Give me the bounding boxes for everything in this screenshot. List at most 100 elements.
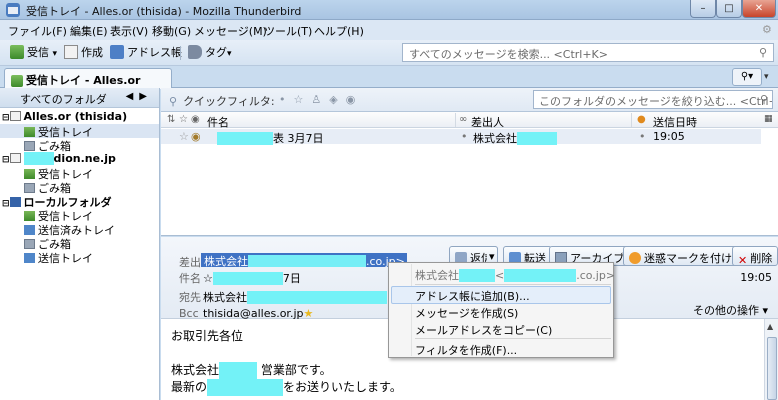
junk-status-icon: • xyxy=(639,130,646,143)
folder-inbox-alles[interactable]: 受信トレイ xyxy=(0,124,159,139)
toolbar-separator xyxy=(180,46,181,60)
prev-folder-view-icon[interactable]: ◀ xyxy=(126,91,140,102)
tag-icon xyxy=(188,45,202,59)
menu-edit[interactable]: 編集(E) xyxy=(70,23,108,39)
menu-add-to-address-book[interactable]: アドレス帳に追加(B)... xyxy=(391,286,611,304)
folder-account-dion[interactable]: ⊟ xdion.ne.jp xyxy=(0,152,159,166)
to-value[interactable]: 株式会社x xyxy=(203,289,387,305)
menu-file[interactable]: ファイル(F) xyxy=(8,23,67,39)
menu-separator xyxy=(415,284,611,285)
trash-icon xyxy=(24,183,35,193)
tab-overflow-button[interactable]: ▾ xyxy=(764,68,776,86)
redacted-text: x xyxy=(219,362,258,379)
thread-column-header: ⇅ ☆ ◉ 件名 ∞ 差出人 ● 送信日時 ▦ xyxy=(161,112,778,130)
global-search-input[interactable]: すべてのメッセージを検索... <Ctrl+K> ⚲ xyxy=(402,43,774,62)
get-messages-dropdown[interactable]: ▾ xyxy=(53,49,58,59)
mark-junk-button[interactable]: 迷惑マークを付ける xyxy=(623,246,749,266)
to-text: 株式会社 xyxy=(203,291,247,304)
get-messages-button[interactable]: 受信 ▾ xyxy=(10,44,57,62)
contact-star-icon[interactable]: ★ xyxy=(303,307,313,320)
body-text: をお送りいたします。 xyxy=(283,380,402,394)
message-scrollbar[interactable]: ▲ xyxy=(764,319,778,400)
search-icon: ⚲ xyxy=(759,93,768,106)
quick-filter-label-group: ⚲ クイックフィルタ: xyxy=(169,93,275,109)
scrollbar-thumb[interactable] xyxy=(767,337,777,400)
delete-icon: ✕ xyxy=(738,254,748,267)
table-row[interactable]: ☆ ◉ x表 3月7日 • 株式会社x • 19:05 xyxy=(161,129,761,145)
global-search-placeholder: すべてのメッセージを検索... <Ctrl+K> xyxy=(409,48,608,61)
delete-button[interactable]: ✕ 削除 xyxy=(732,246,778,267)
menu-go[interactable]: 移動(G) xyxy=(152,23,191,39)
folder-label: dion.ne.jp xyxy=(53,152,116,165)
menu-message[interactable]: メッセージ(M) xyxy=(194,23,267,39)
column-picker-icon[interactable]: ▦ xyxy=(764,114,776,126)
redacted-text: x xyxy=(459,269,495,282)
folder-inbox-dion[interactable]: 受信トレイ xyxy=(0,166,159,181)
menu-compose-message[interactable]: メッセージを作成(S) xyxy=(391,303,611,321)
attachment-column-icon[interactable]: ◉ xyxy=(191,114,200,125)
message-time: 19:05 xyxy=(740,271,772,284)
thread-column-icon[interactable]: ⇅ xyxy=(167,114,175,125)
bcc-label: Bcc xyxy=(179,307,199,320)
local-folders-icon xyxy=(9,197,21,207)
threaded-view-icon[interactable]: ∞ xyxy=(459,114,467,125)
thread-pane: ⇅ ☆ ◉ 件名 ∞ 差出人 ● 送信日時 ▦ ☆ ◉ x表 3月7日 • 株式… xyxy=(161,112,778,236)
tab-search-menu-button[interactable]: ⚲▾ xyxy=(732,68,762,86)
redacted-text: x xyxy=(248,255,366,267)
menu-help[interactable]: ヘルプ(H) xyxy=(314,23,364,39)
folder-label: 送信トレイ xyxy=(38,252,93,265)
context-header-text: < xyxy=(495,269,505,282)
folder-account-alles[interactable]: ⊟ Alles.or (thisida) xyxy=(0,110,159,124)
folder-trash-alles[interactable]: ごみ箱 xyxy=(0,138,159,153)
contact-filter-icon[interactable]: ♙ xyxy=(311,93,329,106)
address-book-button[interactable]: アドレス帳 xyxy=(110,44,182,62)
column-date[interactable]: 送信日時 xyxy=(653,114,697,130)
body-text: 最新の xyxy=(171,380,208,394)
folder-trash-local[interactable]: ごみ箱 xyxy=(0,236,159,251)
write-button[interactable]: 作成 xyxy=(64,44,103,62)
quick-filter-search-input[interactable]: このフォルダのメッセージを絞り込む... <Ctrl+F> ⚲ xyxy=(533,90,773,109)
folder-trash-dion[interactable]: ごみ箱 xyxy=(0,180,159,195)
folder-pane: すべてのフォルダ ◀▶ ⊟ Alles.or (thisida) 受信トレイ ごみ… xyxy=(0,88,160,400)
bcc-value[interactable]: thisida@alles.or.jp★ xyxy=(203,307,313,320)
column-subject[interactable]: 件名 xyxy=(207,114,229,130)
folder-sent-local[interactable]: 送信済みトレイ xyxy=(0,222,159,237)
redacted-text: x xyxy=(247,291,387,304)
menu-tools[interactable]: ツール(T) xyxy=(264,23,312,39)
redacted-text: x xyxy=(217,132,273,145)
star-icon[interactable]: ☆ xyxy=(179,130,189,143)
tab-inbox[interactable]: 受信トレイ - Alles.or (thisida) xyxy=(4,68,172,101)
quick-filter-icon[interactable]: ⚲ xyxy=(169,95,177,108)
other-actions-button[interactable]: その他の操作 ▾ xyxy=(693,302,768,318)
tag-label: タグ xyxy=(205,46,227,59)
next-folder-view-icon[interactable]: ▶ xyxy=(139,91,153,102)
star-column-icon[interactable]: ☆ xyxy=(179,114,188,125)
tag-button[interactable]: タグ▾ xyxy=(188,44,232,62)
folder-pane-header: すべてのフォルダ ◀▶ xyxy=(0,88,159,108)
subject-text-suffix: 7日 xyxy=(282,272,301,285)
unread-filter-icon[interactable]: • xyxy=(279,93,294,106)
junk-column-icon[interactable]: ● xyxy=(637,114,646,125)
get-messages-label: 受信 xyxy=(27,46,49,59)
menu-view[interactable]: 表示(V) xyxy=(110,23,148,39)
tag-filter-icon[interactable]: ◈ xyxy=(329,93,345,106)
minimize-button[interactable]: – xyxy=(690,0,716,18)
starred-filter-icon[interactable]: ☆ xyxy=(294,93,312,106)
close-window-button[interactable]: ✕ xyxy=(742,0,776,18)
menu-copy-email-address[interactable]: メールアドレスをコピー(C) xyxy=(391,320,611,338)
inbox-icon xyxy=(24,127,35,137)
from-address[interactable]: 株式会社x.co.jp> ★ xyxy=(201,253,407,267)
search-icon: ⚲ xyxy=(758,46,767,59)
attachment-filter-icon[interactable]: ◉ xyxy=(346,93,364,106)
body-line: 株式会社x 営業部です。 xyxy=(171,362,761,379)
redacted-text: x xyxy=(504,269,577,282)
scroll-up-icon[interactable]: ▲ xyxy=(767,322,773,331)
folder-inbox-local[interactable]: 受信トレイ xyxy=(0,208,159,223)
column-sender[interactable]: 差出人 xyxy=(471,114,504,130)
folder-outbox-local[interactable]: 送信トレイ xyxy=(0,250,159,265)
maximize-button[interactable]: □ xyxy=(716,0,742,18)
folder-local[interactable]: ⊟ ローカルフォルダ xyxy=(0,194,159,209)
context-menu-header: 株式会社x<x.co.jp> xyxy=(391,265,615,283)
menu-create-filter[interactable]: フィルタを作成(F)... xyxy=(391,340,611,358)
collapse-icon: ⊟ xyxy=(2,113,10,123)
